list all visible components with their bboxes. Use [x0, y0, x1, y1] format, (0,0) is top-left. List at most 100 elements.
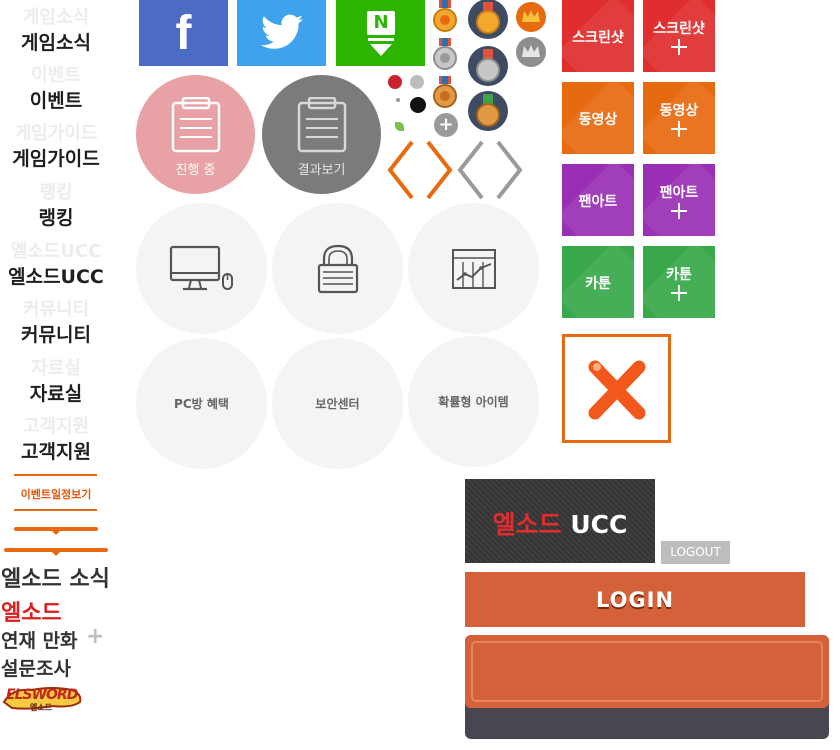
nav-ghost-ranking: 랭킹 — [39, 182, 73, 203]
nav-item-event[interactable]: 이벤트 — [0, 90, 112, 112]
nav-item-ucc[interactable]: 엘소드UCC — [0, 266, 112, 288]
computer-icon — [169, 245, 233, 290]
fanart-tile[interactable]: 팬아트 — [562, 164, 634, 236]
video-plus-icon — [671, 121, 687, 137]
video-tile[interactable]: 동영상 — [562, 82, 634, 154]
nav-ghost-guide: 게임가이드 — [14, 123, 98, 144]
nav-item-ranking[interactable]: 랭킹 — [0, 207, 112, 229]
chevron-sprites — [387, 140, 523, 200]
nav-ghost-event: 이벤트 — [31, 65, 81, 86]
nav-item-community[interactable]: 커뮤니티 — [0, 324, 112, 346]
medal-small-silver-icon — [433, 38, 457, 70]
news-section-title: 엘소드 소식 — [1, 567, 110, 592]
chart-icon — [451, 248, 496, 289]
cartoon-more-label: 카툰 — [666, 267, 692, 283]
security-center-label: 보안센터 — [315, 397, 360, 411]
nav-ghost-support: 고객지원 — [22, 416, 90, 437]
ucc-banner-title: 엘소드 UCC — [465, 505, 655, 541]
video-more-label: 동영상 — [659, 103, 699, 119]
screenshot-tile-label: 스크린샷 — [572, 30, 624, 46]
probability-item-label: 확률형 아이템 — [438, 395, 509, 409]
facebook-icon: f — [175, 7, 192, 60]
naver-button[interactable]: N — [336, 0, 425, 66]
medal-small-gold-icon — [433, 0, 457, 32]
cartoon-plus-icon — [671, 285, 687, 301]
clipboard-icon — [171, 97, 221, 153]
logo-wordmark: ELSWORD — [6, 687, 78, 703]
login-panel-inner[interactable] — [471, 641, 823, 702]
leaf-icon — [395, 122, 404, 131]
nav-item-archive[interactable]: 자료실 — [0, 383, 112, 405]
facebook-button[interactable]: f — [139, 0, 228, 66]
serial-comic-plus[interactable]: + — [86, 624, 104, 649]
plus-circle-icon[interactable]: + — [434, 113, 458, 137]
pc-bang-benefit-label: PC방 혜택 — [174, 397, 229, 411]
naver-pen-tip — [370, 44, 392, 56]
clipboard-results-icon — [297, 97, 347, 153]
cartoon-tile-label: 카툰 — [585, 276, 611, 292]
medal-large-gold-icon — [468, 0, 508, 39]
medal-small-bronze-icon — [433, 76, 457, 108]
ucc-banner-white: UCC — [570, 510, 628, 539]
pc-bang-benefit-button[interactable]: PC방 혜택 — [136, 338, 267, 469]
dot-tiny-icon — [396, 98, 400, 102]
screenshot-tile[interactable]: 스크린샷 — [562, 0, 634, 72]
fanart-more-tile[interactable]: 팬아트 — [643, 164, 715, 236]
plus-circle-glyph: + — [438, 114, 454, 135]
chart-circle-button[interactable] — [408, 203, 539, 334]
screenshot-more-tile[interactable]: 스크린샷 — [643, 0, 715, 72]
naver-icon: N — [367, 11, 395, 35]
medal-large-bronze-icon — [468, 91, 508, 131]
event-schedule-top-rule — [14, 474, 97, 476]
nav-ghost-news: 게임소식 — [22, 7, 90, 28]
dot-black-icon — [410, 97, 426, 113]
chevron-left-gray-icon — [457, 140, 484, 200]
ucc-banner[interactable]: 엘소드 UCC — [465, 479, 655, 563]
lock-icon — [317, 244, 358, 293]
chevron-right-gray-icon — [496, 140, 523, 200]
twitter-button[interactable] — [237, 0, 326, 66]
event-schedule-link[interactable]: 이벤트일정보기 — [0, 486, 112, 502]
screenshot-plus-icon — [671, 39, 687, 55]
screenshot-more-label: 스크린샷 — [653, 21, 705, 37]
naver-pen-bar — [368, 38, 394, 41]
close-button[interactable] — [562, 334, 671, 443]
event-schedule-bottom-rule — [14, 509, 97, 511]
results-label: 결과보기 — [297, 163, 346, 178]
serial-comic-label[interactable]: 연재 만화 — [1, 626, 78, 653]
dot-red-icon — [388, 75, 402, 89]
probability-item-button[interactable]: 확률형 아이템 — [408, 336, 539, 467]
lock-circle-button[interactable] — [272, 203, 403, 334]
computer-circle-button[interactable] — [136, 203, 267, 334]
dropdown-arrow-1 — [51, 530, 61, 535]
fanart-plus-icon — [671, 203, 687, 219]
cartoon-tile[interactable]: 카툰 — [562, 246, 634, 318]
login-button[interactable]: LOGIN — [465, 572, 805, 627]
nav-item-guide[interactable]: 게임가이드 — [0, 148, 112, 170]
nav-item-support[interactable]: 고객지원 — [0, 441, 112, 463]
chevron-right-orange-icon — [426, 140, 453, 200]
crown-gold-icon — [516, 2, 546, 32]
chevron-left-orange-icon — [387, 140, 414, 200]
results-button[interactable]: 결과보기 — [262, 75, 381, 194]
close-icon — [588, 360, 646, 420]
fanart-tile-label: 팬아트 — [578, 194, 618, 210]
medal-large-silver-icon — [468, 46, 508, 86]
video-more-tile[interactable]: 동영상 — [643, 82, 715, 154]
security-center-button[interactable]: 보안센터 — [272, 338, 403, 469]
dropdown-arrow-2 — [51, 551, 61, 556]
dot-gray-icon — [410, 75, 424, 89]
nav-ghost-archive: 자료실 — [31, 358, 81, 379]
in-progress-label: 진행 중 — [175, 163, 216, 178]
video-tile-label: 동영상 — [578, 112, 618, 128]
nav-item-news[interactable]: 게임소식 — [0, 32, 112, 54]
nav-ghost-community: 커뮤니티 — [22, 299, 90, 320]
brand-text-red: 엘소드 — [1, 601, 62, 626]
logout-button[interactable]: LOGOUT — [661, 541, 730, 564]
survey-label[interactable]: 설문조사 — [1, 654, 71, 681]
naver-icon-letter: N — [373, 12, 389, 33]
cartoon-more-tile[interactable]: 카툰 — [643, 246, 715, 318]
in-progress-button[interactable]: 진행 중 — [136, 75, 255, 194]
fanart-more-label: 팬아트 — [659, 185, 699, 201]
nav-ghost-ucc: 엘소드UCC — [10, 241, 102, 262]
